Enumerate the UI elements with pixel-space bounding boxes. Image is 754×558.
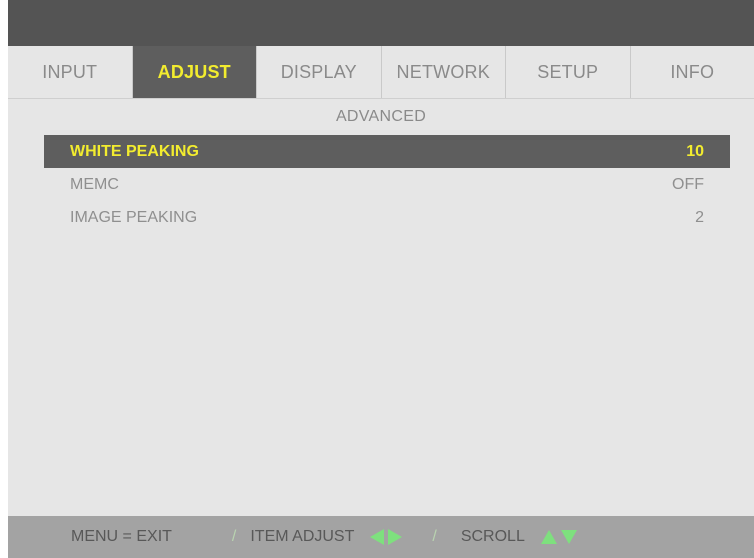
setting-row-memc[interactable]: MEMC OFF <box>44 168 730 201</box>
setting-label: WHITE PEAKING <box>70 142 199 160</box>
arrow-right-icon <box>388 529 403 545</box>
arrow-up-icon <box>540 530 557 544</box>
tab-input[interactable]: INPUT <box>8 46 133 98</box>
settings-list: WHITE PEAKING 10 MEMC OFF IMAGE PEAKING … <box>44 135 730 234</box>
arrow-left-icon <box>370 529 385 545</box>
tab-network[interactable]: NETWORK <box>382 46 506 98</box>
footer-hint-bar: MENU = EXIT / ITEM ADJUST / SCROLL <box>8 516 754 558</box>
scroll-arrows <box>540 530 577 544</box>
tab-setup[interactable]: SETUP <box>506 46 631 98</box>
setting-row-image-peaking[interactable]: IMAGE PEAKING 2 <box>44 201 730 234</box>
scroll-hint: SCROLL <box>460 528 525 545</box>
setting-value: OFF <box>672 175 704 193</box>
menu-top-bar <box>8 0 754 46</box>
tab-info[interactable]: INFO <box>631 46 754 98</box>
section-title: ADVANCED <box>335 108 427 125</box>
adjust-arrows <box>370 529 403 545</box>
tab-adjust[interactable]: ADJUST <box>132 46 257 98</box>
setting-value: 10 <box>686 142 704 160</box>
setting-row-white-peaking[interactable]: WHITE PEAKING 10 <box>44 135 730 168</box>
item-adjust-hint: ITEM ADJUST <box>250 528 355 545</box>
osd-menu: INPUT ADJUST DISPLAY NETWORK SETUP INFO … <box>8 0 754 558</box>
hint-separator: / <box>432 528 437 545</box>
exit-hint: MENU = EXIT <box>71 528 172 545</box>
setting-value: 2 <box>695 208 704 226</box>
hint-separator: / <box>231 528 237 545</box>
setting-label: MEMC <box>70 175 119 193</box>
setting-label: IMAGE PEAKING <box>70 208 198 226</box>
menu-tabs: INPUT ADJUST DISPLAY NETWORK SETUP INFO <box>8 46 754 99</box>
tab-display[interactable]: DISPLAY <box>257 46 382 98</box>
arrow-down-icon <box>560 530 577 544</box>
